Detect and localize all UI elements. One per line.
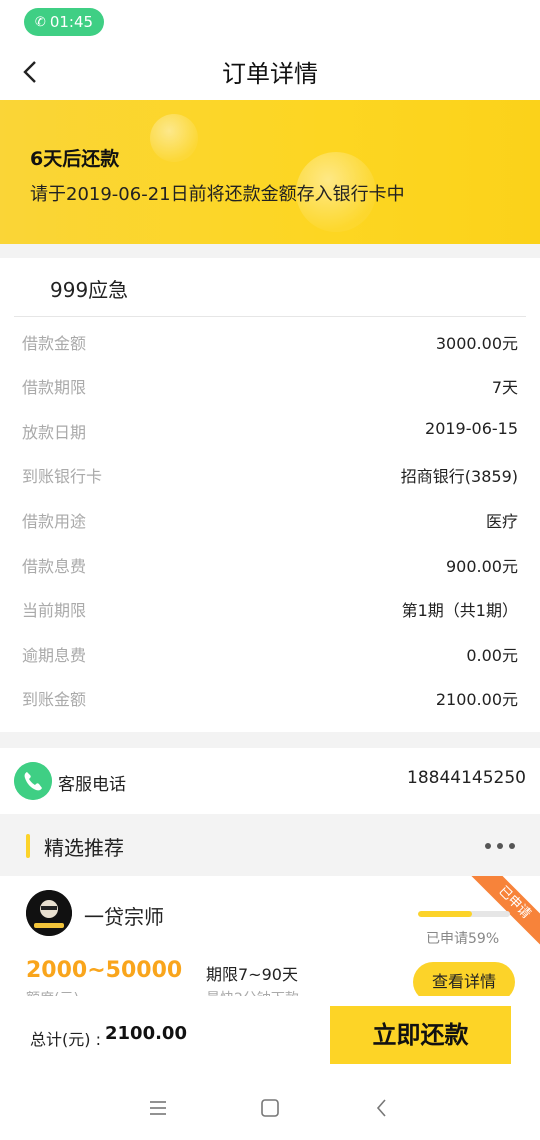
product-name: 999应急 (50, 278, 129, 302)
row-label: 放款日期 (22, 423, 87, 442)
home-icon[interactable] (258, 1096, 282, 1120)
detail-row-loan-term: 借款期限 7天 (0, 370, 540, 400)
detail-row-disburse-date: 放款日期 2019-06-15 (0, 415, 540, 445)
row-value: 医疗 (485, 512, 518, 531)
repay-now-button[interactable]: 立即还款 (330, 1006, 511, 1064)
detail-row-current-period: 当前期限 第1期（共1期） (0, 593, 540, 623)
recommended-product-name: 一贷宗师 (84, 905, 164, 929)
row-label: 借款金额 (22, 334, 87, 353)
repayment-banner: 6天后还款 请于2019-06-21日前将还款金额存入银行卡中 (0, 100, 540, 244)
detail-row-interest-fee: 借款息费 900.00元 (0, 549, 540, 579)
status-bar: ✆ 01:45 (0, 0, 540, 44)
recommend-header: 精选推荐 (0, 814, 540, 876)
applied-progress-fill (418, 911, 473, 917)
row-value: 招商银行(3859) (400, 467, 518, 486)
system-nav-bar (0, 1074, 540, 1140)
master-avatar-icon (26, 890, 72, 936)
banner-title: 6天后还款 (30, 148, 120, 170)
call-time: 01:45 (49, 13, 94, 31)
row-value: 0.00元 (466, 646, 518, 665)
row-value: 3000.00元 (435, 334, 518, 353)
banner-decoration (150, 114, 198, 162)
total-value: 2100.00 (105, 1023, 187, 1044)
view-details-button[interactable]: 查看详情 (413, 962, 515, 996)
loan-period: 期限7~90天 (206, 965, 298, 984)
section-accent-bar (26, 834, 30, 858)
detail-row-received-amount: 到账金额 2100.00元 (0, 682, 540, 712)
customer-service-row[interactable]: 客服电话 18844145250 (0, 748, 540, 814)
disbursement-speed: 最快2分钟下款 (206, 988, 299, 996)
detail-row-purpose: 借款用途 医疗 (0, 504, 540, 534)
page-title: 订单详情 (222, 60, 318, 88)
recommended-product-card[interactable]: 一贷宗师 已申请 已申请59% 2000~50000 额度(元) 期限7~90天… (0, 876, 540, 996)
top-nav: 订单详情 (0, 44, 540, 100)
service-label: 客服电话 (58, 775, 126, 795)
more-icon[interactable] (484, 836, 516, 856)
service-phone-number[interactable]: 18844145250 (407, 768, 526, 788)
product-logo (26, 890, 72, 936)
row-value: 7天 (491, 378, 518, 397)
amount-range: 2000~50000 (26, 958, 183, 983)
detail-row-loan-amount: 借款金额 3000.00元 (0, 326, 540, 356)
divider (14, 316, 526, 317)
row-label: 借款用途 (22, 512, 87, 531)
amount-unit-label: 额度(元) (26, 988, 79, 996)
detail-row-bank-card: 到账银行卡 招商银行(3859) (0, 459, 540, 489)
banner-description: 请于2019-06-21日前将还款金额存入银行卡中 (30, 184, 405, 205)
phone-icon: ✆ (34, 14, 46, 30)
row-label: 借款期限 (22, 378, 87, 397)
menu-icon[interactable] (146, 1096, 170, 1120)
row-value: 第1期（共1期） (401, 601, 518, 620)
row-value: 900.00元 (446, 557, 518, 576)
row-label: 到账银行卡 (22, 467, 103, 486)
row-label: 到账金额 (22, 690, 87, 709)
order-detail-card: 999应急 借款金额 3000.00元 借款期限 7天 放款日期 2019-06… (0, 258, 540, 732)
row-value: 2019-06-15 (425, 419, 518, 438)
row-label: 借款息费 (22, 557, 87, 576)
applied-progress-bar (418, 911, 510, 917)
row-value: 2100.00元 (435, 690, 518, 709)
detail-row-overdue-fee: 逾期息费 0.00元 (0, 638, 540, 668)
phone-icon (14, 762, 52, 800)
row-label: 当前期限 (22, 601, 87, 620)
recommend-title: 精选推荐 (44, 836, 124, 860)
ongoing-call-pill[interactable]: ✆ 01:45 (24, 8, 104, 36)
repay-footer: 总计(元) : 2100.00 立即还款 (0, 996, 540, 1074)
row-label: 逾期息费 (22, 646, 87, 665)
total-label: 总计(元) : (30, 1030, 101, 1049)
back-icon[interactable] (370, 1096, 394, 1120)
applied-percent-text: 已申请59% (426, 931, 500, 947)
